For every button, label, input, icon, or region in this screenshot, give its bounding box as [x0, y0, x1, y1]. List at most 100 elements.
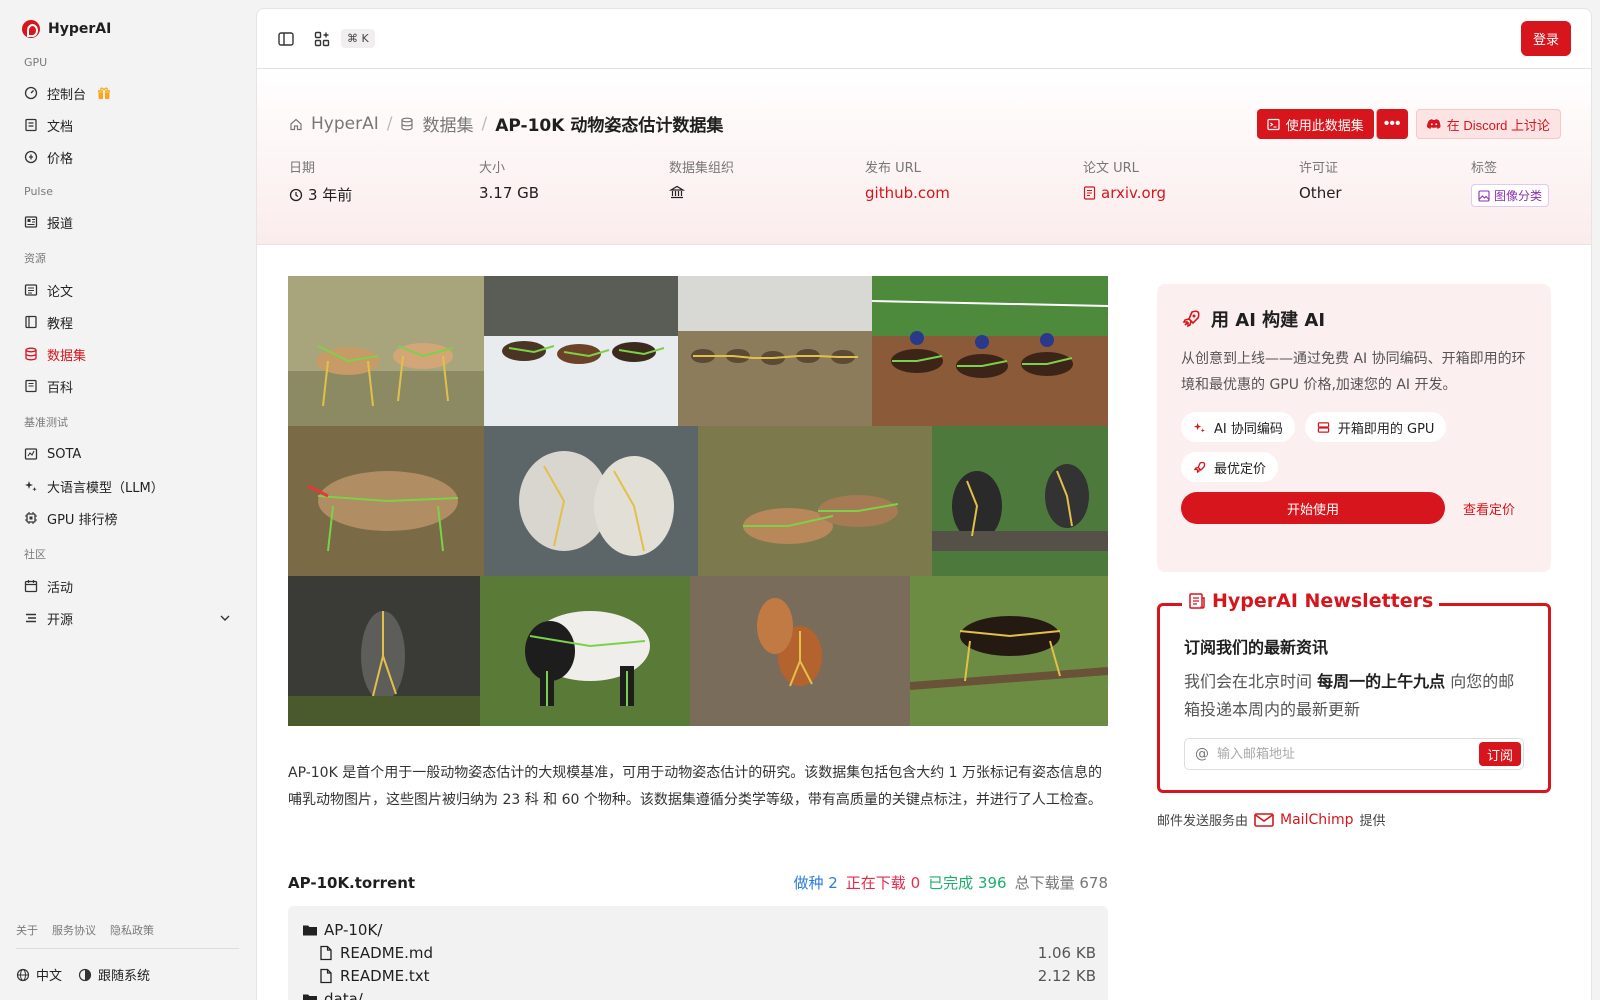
nav-section-pulse: Pulse — [24, 185, 53, 198]
mail-credit: 邮件发送服务由 MailChimp 提供 — [1157, 810, 1386, 830]
sidebar-item-label: 报道 — [47, 216, 74, 232]
completed-label: 已完成 — [928, 874, 974, 892]
newspaper-icon — [1189, 593, 1205, 609]
brand[interactable]: HyperAI — [16, 20, 239, 38]
promo-title-text: 用 AI 构建 AI — [1211, 310, 1326, 331]
newsletter-title: HyperAI Newsletters — [1182, 590, 1440, 612]
breadcrumb-datasets[interactable]: 数据集 — [422, 111, 473, 136]
email-input[interactable] — [1217, 746, 1471, 762]
sidebar-item-gpu-leaderboard[interactable]: GPU 排行榜 — [16, 502, 239, 534]
promo-features: AI 协同编码 开箱即用的 GPU 最优定价 — [1181, 412, 1481, 482]
torrent-name[interactable]: AP-10K.torrent — [288, 874, 415, 892]
newsletter-card: HyperAI Newsletters 订阅我们的最新资讯 我们会在北京时间 每… — [1157, 590, 1551, 793]
dataset-description: AP-10K 是首个用于一般动物姿态估计的大规模基准，可用于动物姿态估计的研究。… — [288, 765, 1103, 808]
more-actions-button[interactable]: ••• — [1375, 109, 1408, 139]
sidebar-item-pricing[interactable]: 价格 — [16, 141, 239, 173]
discord-button[interactable]: 在 Discord 上讨论 — [1415, 109, 1561, 139]
meta-license: 许可证 Other — [1299, 157, 1471, 207]
rocket-icon — [1182, 310, 1200, 328]
sidebar-item-open-source[interactable]: 开源 — [16, 602, 239, 634]
sidebar-item-wiki[interactable]: 百科 — [16, 370, 239, 402]
language-switcher[interactable]: 中文 — [16, 965, 62, 984]
meta-label: 日期 — [289, 161, 316, 176]
seed-label: 做种 — [793, 874, 824, 892]
sidebar-item-sota[interactable]: SOTA — [16, 438, 239, 470]
use-dataset-button[interactable]: 使用此数据集 — [1256, 109, 1374, 139]
subscribe-button[interactable]: 订阅 — [1478, 742, 1521, 766]
chevron-down-icon[interactable] — [219, 612, 231, 624]
file-size: 1.06 KB — [1037, 943, 1096, 962]
footer-link-terms[interactable]: 服务协议 — [52, 922, 96, 938]
database-icon — [401, 117, 414, 130]
folder-icon — [303, 994, 317, 1000]
gift-icon — [98, 87, 111, 99]
sidebar-item-datasets[interactable]: 数据集 — [16, 338, 239, 370]
dataset-preview-image — [288, 276, 1108, 726]
file-name: data/ — [324, 989, 363, 1000]
gorilla-image — [932, 426, 1108, 576]
file-tree-file[interactable]: README.md 1.06 KB — [302, 941, 1096, 964]
command-shortcut[interactable]: ⌘ K — [341, 29, 375, 48]
theme-icon — [78, 968, 92, 981]
sidebar-item-docs[interactable]: 文档 — [16, 109, 239, 141]
file-tree-file[interactable]: README.txt 2.12 KB — [302, 964, 1096, 987]
globe-icon — [16, 968, 30, 981]
file-name: README.md — [340, 943, 434, 962]
brand-name: HyperAI — [48, 21, 112, 37]
tag-image-classification[interactable]: 图像分类 — [1471, 184, 1550, 207]
sidebar-item-tutorials[interactable]: 教程 — [16, 306, 239, 338]
header-actions: 使用此数据集 ••• 在 Discord 上讨论 — [1256, 109, 1561, 139]
rocket-icon — [1193, 461, 1206, 473]
language-label: 中文 — [36, 969, 63, 984]
polar-bear-image — [484, 426, 698, 576]
file-name: AP-10K/ — [324, 920, 383, 939]
meta-value: 3 年前 — [289, 184, 479, 205]
feature-chip-gpu: 开箱即用的 GPU — [1304, 412, 1447, 442]
nav-section-benchmarks: 基准测试 — [24, 416, 68, 429]
file-tree-folder[interactable]: data/ — [302, 987, 1096, 1000]
sidebar-item-label: 价格 — [47, 151, 74, 167]
sidebar-toggle-icon[interactable] — [277, 30, 295, 48]
login-button[interactable]: 登录 — [1520, 21, 1571, 56]
meta-release-url: 发布 URL github.com — [865, 157, 1083, 207]
downloading-label: 正在下载 — [845, 874, 906, 892]
news-icon — [24, 215, 38, 229]
page-title: AP-10K 动物姿态估计数据集 — [495, 116, 724, 136]
file-tree-folder[interactable]: AP-10K/ — [302, 918, 1096, 941]
sidebar-item-console[interactable]: 控制台 — [16, 77, 239, 109]
mailchimp-link[interactable]: MailChimp — [1254, 812, 1354, 828]
zebra-herd-image — [678, 276, 872, 426]
wolf-image — [288, 426, 484, 576]
get-started-button[interactable]: 开始使用 — [1181, 492, 1445, 524]
sidebar-item-llm[interactable]: 大语言模型（LLM） — [16, 470, 239, 502]
paper-url-link[interactable]: arxiv.org — [1083, 184, 1299, 202]
release-url-link[interactable]: github.com — [865, 184, 1083, 202]
footer-settings: 中文 跟随系统 — [16, 965, 239, 984]
sidebar-item-events[interactable]: 活动 — [16, 570, 239, 602]
apps-icon[interactable] — [313, 30, 331, 48]
downloading-count: 0 — [910, 874, 921, 892]
mail-icon — [1254, 812, 1274, 827]
meta-value[interactable] — [669, 184, 865, 200]
torrent-stats: 做种 2 正在下载 0 已完成 396 总下载量 678 — [793, 872, 1108, 893]
discord-label: 在 Discord 上讨论 — [1446, 117, 1550, 133]
meta-label: 发布 URL — [865, 161, 921, 176]
footer-link-about[interactable]: 关于 — [16, 922, 38, 938]
sidebar-item-label: 大语言模型（LLM） — [47, 480, 164, 496]
footer-link-privacy[interactable]: 隐私政策 — [110, 922, 154, 938]
newsletter-title-text: HyperAI Newsletters — [1212, 590, 1434, 612]
promo-card: 用 AI 构建 AI 从创意到上线——通过免费 AI 协同编码、开箱即用的环境和… — [1157, 284, 1551, 572]
mail-credit-after: 提供 — [1359, 814, 1386, 829]
theme-switcher[interactable]: 跟随系统 — [78, 965, 150, 984]
view-pricing-link[interactable]: 查看定价 — [1463, 499, 1515, 518]
document-icon — [1083, 186, 1096, 200]
discord-icon — [1426, 119, 1441, 129]
chip-icon — [24, 511, 38, 525]
breadcrumb-home[interactable]: HyperAI — [311, 114, 379, 134]
sidebar-item-label: 文档 — [47, 119, 74, 135]
total-downloads-stat: 总下载量 678 — [1015, 872, 1108, 893]
sidebar-item-news[interactable]: 报道 — [16, 206, 239, 238]
breadcrumb: HyperAI / 数据集 / AP-10K 动物姿态估计数据集 — [289, 111, 723, 136]
sparkle-icon — [1193, 422, 1205, 433]
sidebar-item-papers[interactable]: 论文 — [16, 274, 239, 306]
